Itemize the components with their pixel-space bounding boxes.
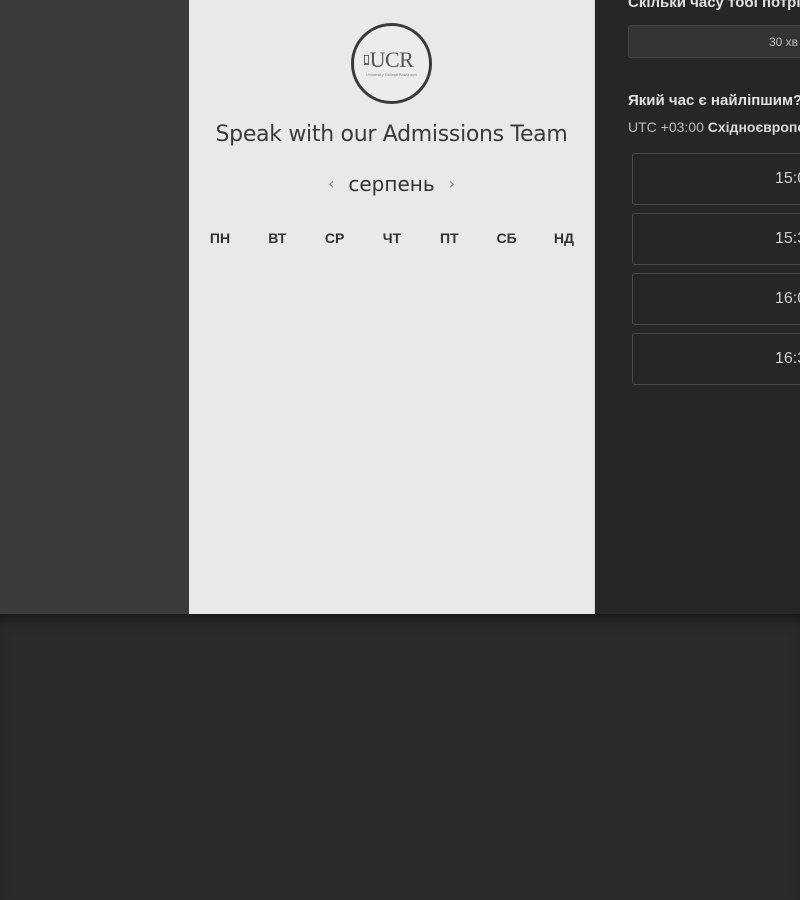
duration-value: 30 хв: [769, 35, 799, 49]
time-slot[interactable]: 15:30: [632, 213, 800, 265]
logo-subtext: University College Rawlinson: [366, 73, 417, 77]
duration-select[interactable]: 30 хв: [628, 25, 800, 58]
weekday-sun: НД: [553, 230, 575, 246]
chevron-left-icon[interactable]: ‹: [328, 176, 334, 192]
timezone-name: Східноєвропейський час: [707, 119, 800, 135]
ucr-logo: UCR University College Rawlinson: [351, 23, 432, 104]
weekday-fri: ПТ: [440, 230, 459, 246]
dimmed-backdrop-bottom: [0, 614, 800, 900]
chevron-right-icon[interactable]: ›: [449, 176, 455, 192]
page-title: Speak with our Admissions Team: [215, 122, 568, 147]
timezone-offset: UTC +03:00: [628, 119, 704, 135]
weekday-mon: ПН: [209, 230, 231, 246]
time-slot[interactable]: 16:00: [632, 273, 800, 325]
weekday-wed: СР: [324, 230, 345, 246]
time-question: Який час є найліпшим?: [628, 92, 800, 109]
month-navigation: ‹ серпень ›: [189, 170, 594, 198]
scheduler-page: UCR University College Rawlinson Speak w…: [0, 0, 800, 900]
time-slot-label: 16:30: [775, 350, 800, 367]
time-slot-label: 15:00: [775, 170, 800, 187]
month-label: серпень: [348, 172, 435, 196]
logo-text: UCR: [369, 47, 414, 72]
weekday-tue: ВТ: [268, 230, 287, 246]
weekday-sat: СБ: [496, 230, 517, 246]
duration-question: Скільки часу тобі потрібно?: [628, 0, 800, 11]
timezone-label: UTC +03:00 Східноєвропейський час: [628, 119, 800, 135]
calendar-card: UCR University College Rawlinson Speak w…: [189, 0, 595, 614]
weekday-header: ПН ВТ СР ЧТ ПТ СБ НД: [209, 230, 575, 246]
time-slot[interactable]: 16:30: [632, 333, 800, 385]
time-selection-panel: Скільки часу тобі потрібно? 30 хв Який ч…: [595, 0, 800, 614]
time-slot-label: 15:30: [775, 230, 800, 247]
time-slot[interactable]: 15:00: [632, 153, 800, 205]
time-slot-label: 16:00: [775, 290, 800, 307]
dimmed-backdrop: [0, 0, 189, 614]
weekday-thu: ЧТ: [382, 230, 402, 246]
